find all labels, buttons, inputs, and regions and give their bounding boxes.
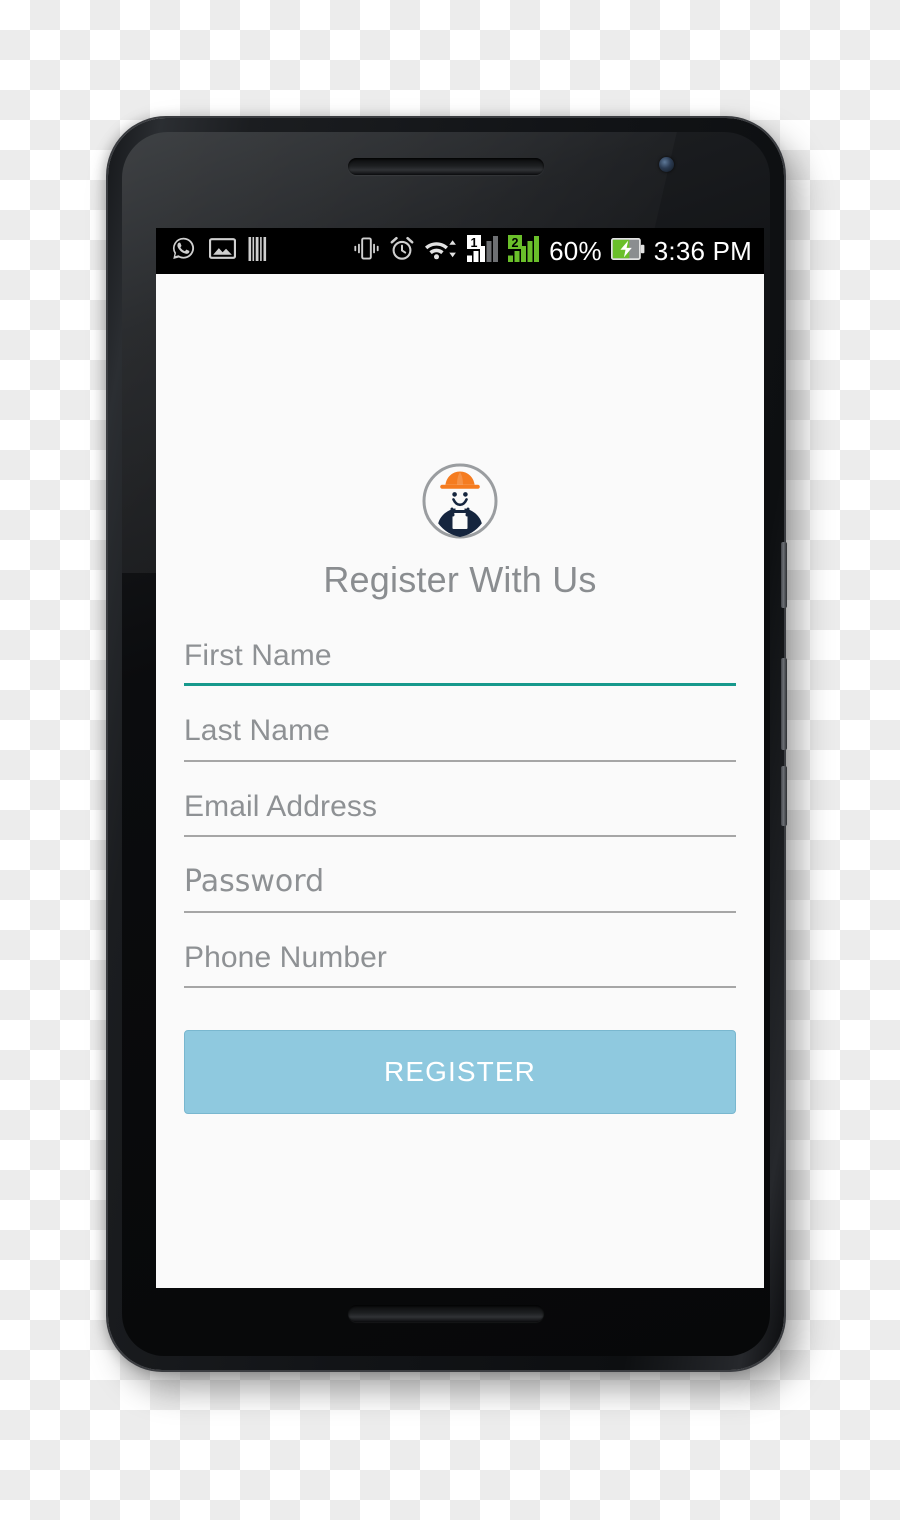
register-screen: Register With Us First Name Last Name Em… <box>156 274 764 1288</box>
status-bar[interactable]: 1 2 60% 3:36 PM <box>156 228 764 274</box>
status-bar-left-icons <box>170 235 269 267</box>
svg-text:1: 1 <box>471 236 478 250</box>
earpiece-speaker-icon <box>348 158 544 175</box>
volume-down-button[interactable] <box>781 766 787 826</box>
phone-bezel: 1 2 60% 3:36 PM Register With Us First N… <box>122 132 770 1356</box>
phone-number-field[interactable]: Phone Number <box>184 939 736 988</box>
status-bar-right-icons: 1 2 60% 3:36 PM <box>353 235 752 267</box>
volume-up-button[interactable] <box>781 658 787 750</box>
sim1-signal-icon: 1 <box>467 235 499 267</box>
email-address-placeholder: Email Address <box>184 789 378 823</box>
last-name-placeholder: Last Name <box>184 714 330 748</box>
password-field[interactable]: Password <box>184 863 736 913</box>
battery-percent-label: 60% <box>549 236 602 266</box>
last-name-field[interactable]: Last Name <box>184 712 736 762</box>
barcode-icon <box>248 236 269 266</box>
sim2-signal-icon: 2 <box>508 235 540 267</box>
bottom-speaker-grille-icon <box>348 1305 544 1322</box>
page-title: Register With Us <box>323 559 597 600</box>
phone-screen: 1 2 60% 3:36 PM Register With Us First N… <box>156 228 764 1288</box>
front-camera-icon <box>659 157 674 172</box>
register-button[interactable]: REGISTER <box>184 1029 736 1114</box>
whatsapp-icon <box>170 235 197 267</box>
clock-label: 3:36 PM <box>653 236 752 266</box>
svg-text:2: 2 <box>512 236 519 250</box>
registration-form: First Name Last Name Email Address Passw… <box>184 637 736 1114</box>
phone-device-mockup: 1 2 60% 3:36 PM Register With Us First N… <box>108 118 787 1370</box>
email-address-field[interactable]: Email Address <box>184 788 736 838</box>
password-placeholder: Password <box>184 864 325 900</box>
phone-number-placeholder: Phone Number <box>184 940 387 974</box>
wifi-icon <box>424 236 458 266</box>
battery-charging-icon <box>610 237 645 265</box>
construction-worker-avatar-icon <box>421 462 499 545</box>
power-button[interactable] <box>781 542 787 608</box>
vibrate-icon <box>353 236 380 266</box>
alarm-clock-icon <box>389 236 415 267</box>
app-logo-container <box>184 462 736 545</box>
first-name-placeholder: First Name <box>184 639 332 672</box>
gallery-image-icon <box>208 237 237 265</box>
first-name-field[interactable]: First Name <box>184 637 736 687</box>
